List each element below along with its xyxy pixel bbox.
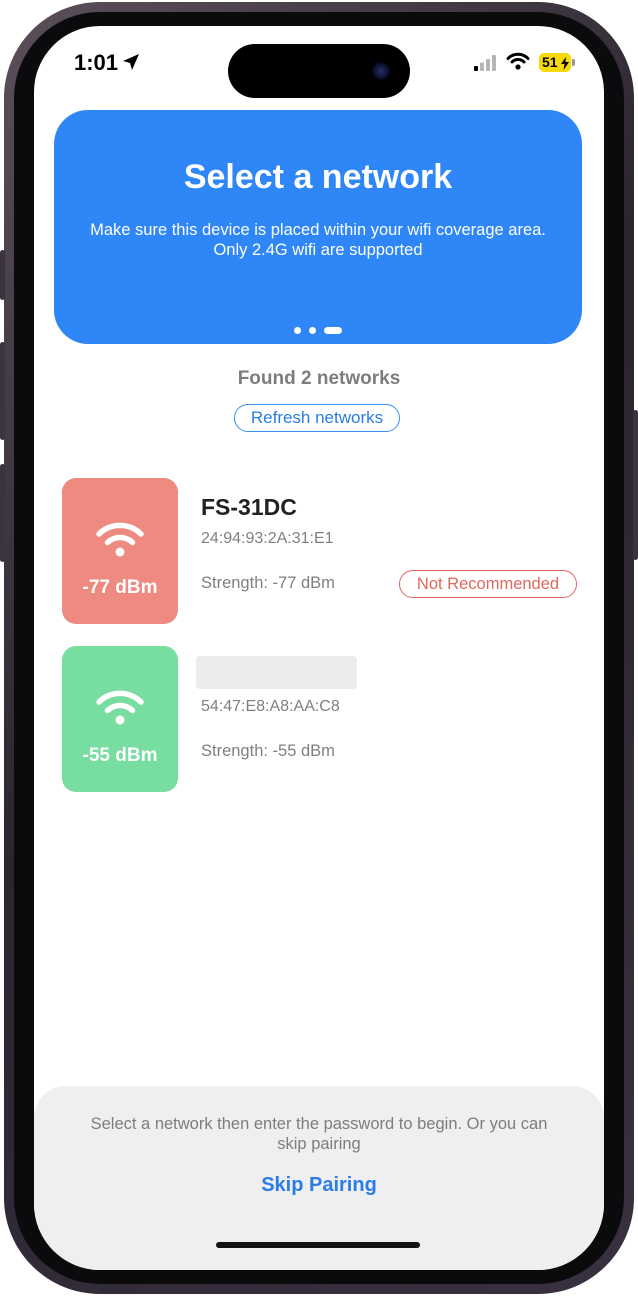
page-indicator xyxy=(54,322,582,335)
dynamic-island xyxy=(228,44,410,98)
bottom-instructions: Select a network then enter the password… xyxy=(90,1115,548,1153)
network-list-item[interactable]: -55 dBm 54:47:E8:A8:AA:C8 Strength: -55 … xyxy=(62,646,582,794)
signal-tile: -77 dBm xyxy=(62,478,178,624)
not-recommended-badge: Not Recommended xyxy=(399,570,577,598)
status-bar: 1:01 51 xyxy=(34,26,604,106)
network-name: FS-31DC xyxy=(201,494,297,520)
network-list-item[interactable]: -77 dBm FS-31DC 24:94:93:2A:31:E1 Streng… xyxy=(62,478,582,626)
network-strength: Strength: -77 dBm xyxy=(201,574,335,592)
header-card: Select a network Make sure this device i… xyxy=(54,110,582,344)
bottom-sheet: Select a network then enter the password… xyxy=(34,1086,604,1270)
header-subtitle: Make sure this device is placed within y… xyxy=(90,221,546,259)
app-screen: 1:01 51 Select a network Make sure this … xyxy=(34,26,604,1270)
page-dot-active[interactable] xyxy=(324,327,343,335)
page-title: Select a network xyxy=(183,158,453,196)
found-networks-label: Found 2 networks xyxy=(237,368,401,389)
battery-level: 51 xyxy=(542,54,558,70)
wifi-icon xyxy=(95,688,145,731)
wifi-icon xyxy=(506,52,530,75)
front-camera xyxy=(372,62,390,80)
network-name-redacted xyxy=(196,656,357,689)
network-mac: 24:94:93:2A:31:E1 xyxy=(201,530,334,547)
battery-cap xyxy=(572,59,575,66)
battery-charging-icon: 51 xyxy=(539,53,571,72)
bolt-icon xyxy=(561,56,569,75)
location-arrow-icon xyxy=(122,53,140,76)
page-dot[interactable] xyxy=(309,327,316,335)
signal-dbm: -55 dBm xyxy=(82,745,158,766)
network-mac: 54:47:E8:A8:AA:C8 xyxy=(201,698,340,715)
power-button xyxy=(633,410,638,560)
volume-up-button xyxy=(0,342,5,440)
signal-dbm: -77 dBm xyxy=(82,577,158,598)
skip-pairing-button[interactable]: Skip Pairing xyxy=(219,1174,419,1202)
status-time: 1:01 xyxy=(74,50,119,75)
action-button xyxy=(0,250,5,300)
home-indicator[interactable] xyxy=(216,1242,420,1248)
network-strength: Strength: -55 dBm xyxy=(201,742,335,760)
page-dot[interactable] xyxy=(293,327,301,335)
wifi-icon xyxy=(95,520,145,563)
cellular-signal-icon xyxy=(474,55,498,76)
volume-down-button xyxy=(0,464,5,562)
signal-tile: -55 dBm xyxy=(62,646,178,792)
refresh-networks-button[interactable]: Refresh networks xyxy=(234,404,400,432)
